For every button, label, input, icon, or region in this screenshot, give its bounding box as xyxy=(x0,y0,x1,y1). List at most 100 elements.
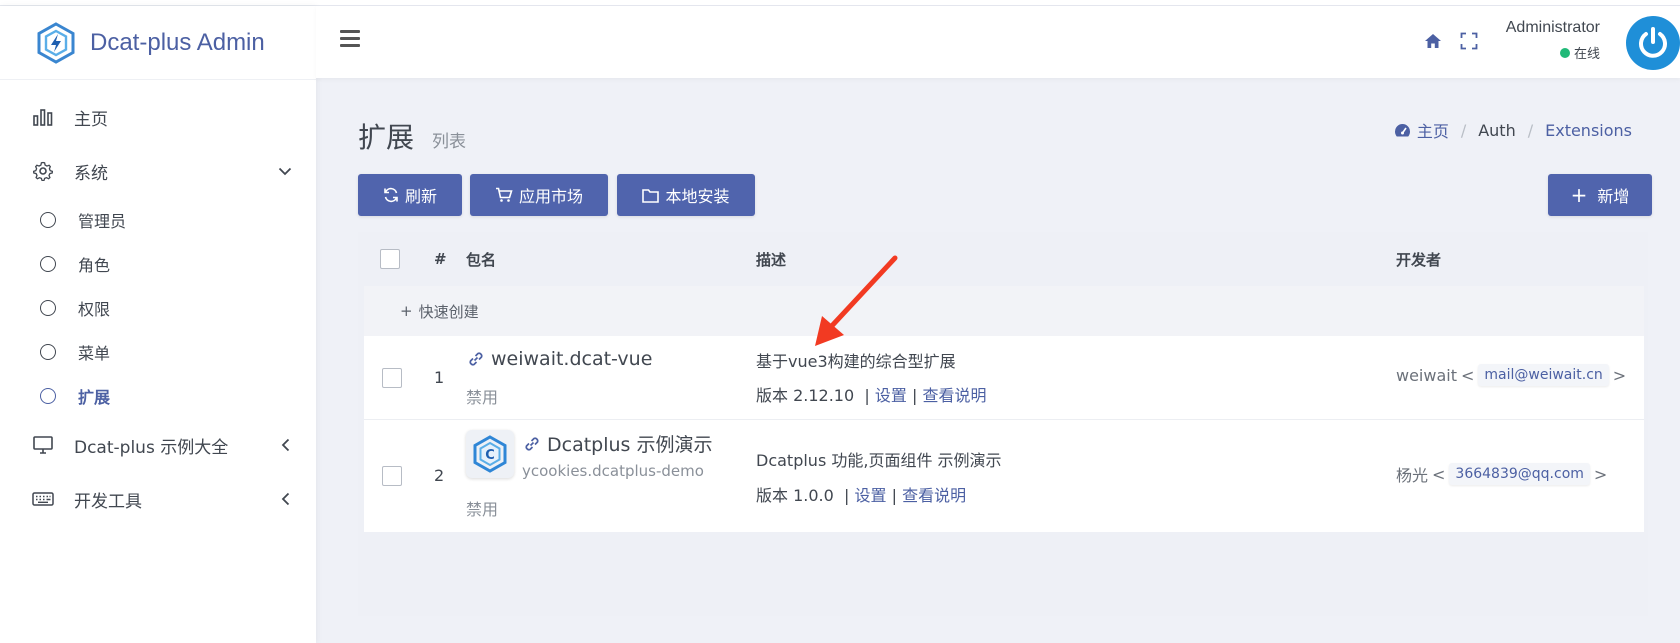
description-text: Dcatplus 功能,页面组件 示例演示 xyxy=(756,451,1002,470)
link-icon xyxy=(525,436,539,451)
cart-icon xyxy=(495,187,513,202)
package-name-text: Dcatplus 示例演示 xyxy=(547,434,713,456)
breadcrumb-separator: / xyxy=(1460,120,1467,140)
extension-logo: C xyxy=(466,430,514,478)
row-index: 2 xyxy=(434,466,445,485)
sidebar-subitem-label: 菜单 xyxy=(78,344,111,363)
row-index: 1 xyxy=(434,368,445,387)
status-text: 在线 xyxy=(1573,47,1600,62)
lt-sign: < xyxy=(1460,365,1475,385)
link-icon xyxy=(469,352,483,366)
developer-cell: 杨光 < 3664839@qq.com > xyxy=(1396,462,1607,486)
sidebar-item-examples[interactable]: Dcat-plus 示例大全 xyxy=(0,418,316,472)
sidebar-subitem-roles[interactable]: 角色 xyxy=(0,242,316,286)
breadcrumb-home[interactable]: 主页 xyxy=(1394,118,1449,142)
breadcrumb-home-label: 主页 xyxy=(1416,122,1449,141)
circle-icon xyxy=(40,344,56,360)
settings-link[interactable]: 设置 xyxy=(854,486,886,505)
menu-toggle-icon[interactable] xyxy=(340,30,360,48)
user-name: Administrator xyxy=(1505,19,1600,36)
svg-text:C: C xyxy=(485,448,495,463)
brand-logo-icon xyxy=(37,21,75,64)
sidebar: Dcat-plus Admin 主页 系统 管理员 角色 权限 菜单 扩展 Dc… xyxy=(0,6,316,643)
circle-icon xyxy=(40,388,56,404)
settings-link[interactable]: 设置 xyxy=(875,386,907,405)
developer-cell: weiwait < mail@weiwait.cn > xyxy=(1396,364,1626,386)
separator: | xyxy=(911,386,918,405)
sidebar-item-label: 主页 xyxy=(74,109,108,130)
main-content: 扩展 列表 主页 / Auth / Extensions 刷新 应用市场 本地安… xyxy=(316,78,1680,643)
developer-name: weiwait xyxy=(1396,365,1457,385)
quick-create[interactable]: + 快速创建 xyxy=(364,286,1644,336)
online-dot-icon xyxy=(1559,47,1570,58)
package-name-text: weiwait.dcat-vue xyxy=(491,348,653,370)
package-id: ycookies.dcatplus-demo xyxy=(522,462,704,480)
circle-icon xyxy=(40,300,56,316)
home-icon[interactable] xyxy=(1424,32,1442,50)
disable-link[interactable]: 禁用 xyxy=(466,384,498,408)
page-subtitle: 列表 xyxy=(432,132,466,152)
gt-sign: > xyxy=(1612,365,1627,385)
sidebar-subitem-admins[interactable]: 管理员 xyxy=(0,198,316,242)
description-text: 基于vue3构建的综合型扩展 xyxy=(756,352,956,371)
folder-icon xyxy=(642,188,660,203)
header-description: 描述 xyxy=(756,250,787,269)
lt-sign: < xyxy=(1432,464,1446,484)
online-status: 在线 xyxy=(1506,43,1600,62)
sidebar-item-home[interactable]: 主页 xyxy=(0,90,316,144)
row-checkbox[interactable] xyxy=(382,466,402,486)
fullscreen-icon[interactable] xyxy=(1460,32,1478,50)
local-install-label: 本地安装 xyxy=(665,187,730,206)
page-title: 扩展 xyxy=(358,121,415,154)
sidebar-subitem-label: 权限 xyxy=(78,300,111,319)
readme-link[interactable]: 查看说明 xyxy=(922,386,986,405)
sidebar-item-system[interactable]: 系统 xyxy=(0,144,316,198)
version-line: 版本 2.12.10 | 设置 | 查看说明 xyxy=(756,382,986,406)
app-market-button[interactable]: 应用市场 xyxy=(470,174,608,216)
developer-email[interactable]: mail@weiwait.cn xyxy=(1478,364,1609,386)
brand[interactable]: Dcat-plus Admin xyxy=(0,6,316,80)
bar-chart-icon xyxy=(32,106,54,128)
sidebar-item-label: 系统 xyxy=(74,163,108,184)
header-index: # xyxy=(434,250,447,268)
chevron-down-icon xyxy=(278,164,292,178)
sidebar-subitem-label: 管理员 xyxy=(78,212,127,231)
extensions-table: # 包名 描述 开发者 + 快速创建 1 weiwait.dcat-vue 禁用… xyxy=(358,232,1648,616)
header-developer: 开发者 xyxy=(1396,250,1442,269)
separator: | xyxy=(859,386,870,405)
sidebar-subitem-extensions[interactable]: 扩展 xyxy=(0,374,316,418)
app-market-label: 应用市场 xyxy=(518,187,583,206)
table-row: 2 C Dcatplus 示例演示 ycookies.dcatplus-demo… xyxy=(364,420,1644,532)
plus-icon: + xyxy=(1570,183,1588,207)
gt-sign: > xyxy=(1593,464,1608,484)
gear-icon xyxy=(32,160,54,182)
version-text: 版本 2.12.10 xyxy=(756,386,855,405)
quick-create-label: 快速创建 xyxy=(418,302,479,321)
breadcrumb-separator: / xyxy=(1527,120,1534,140)
refresh-label: 刷新 xyxy=(404,187,437,206)
breadcrumb: 主页 / Auth / Extensions xyxy=(1394,118,1632,142)
row-checkbox[interactable] xyxy=(382,368,402,388)
package-name[interactable]: Dcatplus 示例演示 xyxy=(522,430,713,457)
sidebar-item-devtools[interactable]: 开发工具 xyxy=(0,472,316,526)
developer-name: 杨光 xyxy=(1396,466,1429,485)
disable-link[interactable]: 禁用 xyxy=(466,496,498,520)
sidebar-subitem-menu[interactable]: 菜单 xyxy=(0,330,316,374)
add-new-button[interactable]: + 新增 xyxy=(1548,174,1652,216)
select-all-checkbox[interactable] xyxy=(380,249,400,269)
breadcrumb-auth[interactable]: Auth xyxy=(1478,121,1516,140)
sidebar-subitem-permissions[interactable]: 权限 xyxy=(0,286,316,330)
power-icon xyxy=(1639,27,1667,58)
refresh-button[interactable]: 刷新 xyxy=(358,174,462,216)
table-row: 1 weiwait.dcat-vue 禁用 基于vue3构建的综合型扩展 版本 … xyxy=(364,336,1644,420)
sidebar-item-label: 开发工具 xyxy=(74,491,142,512)
breadcrumb-current[interactable]: Extensions xyxy=(1545,121,1632,140)
user-info[interactable]: Administrator 在线 xyxy=(1506,19,1600,62)
readme-link[interactable]: 查看说明 xyxy=(902,486,966,505)
package-name[interactable]: weiwait.dcat-vue xyxy=(466,348,652,370)
developer-email[interactable]: 3664839@qq.com xyxy=(1449,463,1590,485)
sidebar-subitem-label: 角色 xyxy=(78,256,111,275)
avatar[interactable] xyxy=(1626,16,1680,70)
local-install-button[interactable]: 本地安装 xyxy=(617,174,755,216)
add-new-label: 新增 xyxy=(1597,187,1630,206)
